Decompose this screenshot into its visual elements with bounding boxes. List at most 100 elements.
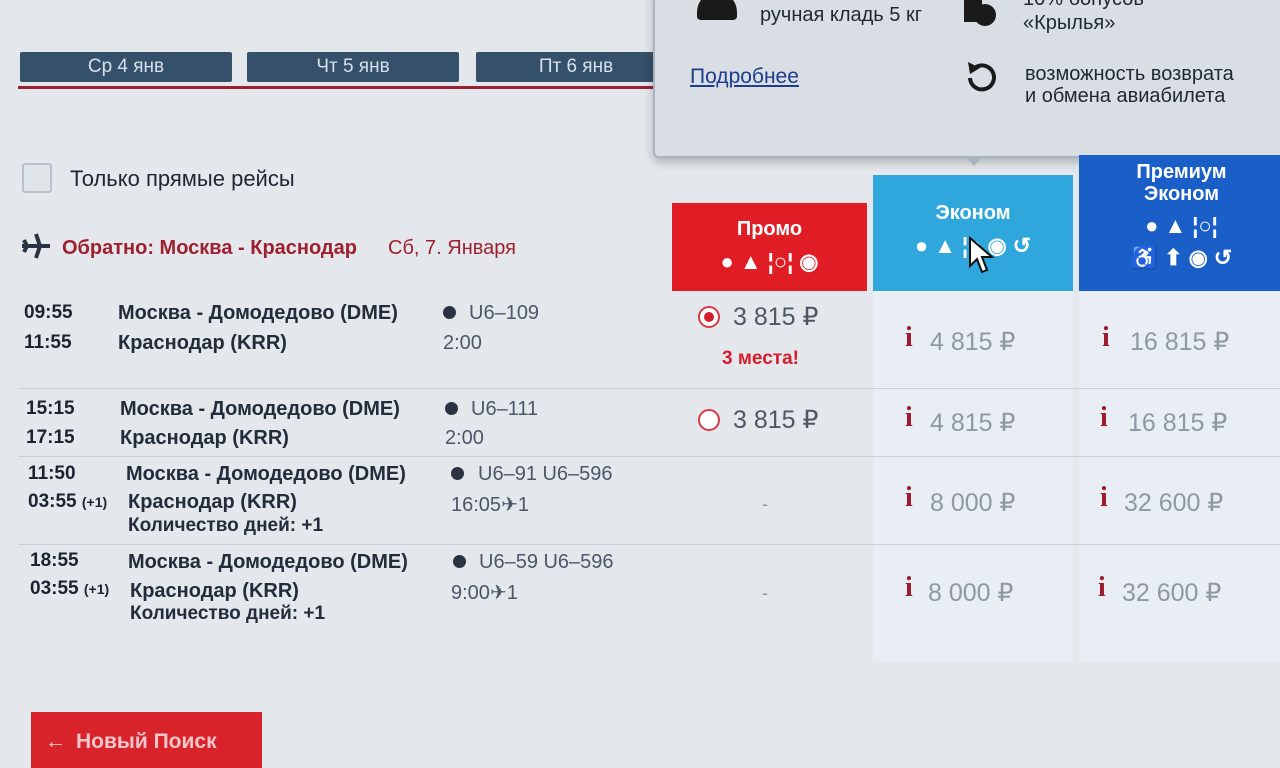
wheelchair-icon: ♿ [1130,245,1159,270]
premium-features-icons-top: ● ▲ ¦○¦ [1079,213,1280,239]
flight2-to: Краснодар (KRR) [120,427,289,449]
flight3-arr-time-value: 03:55 [28,491,77,512]
flight3-prem-price[interactable]: 32 600 ₽ [1124,488,1223,518]
meal-icon: ¦○¦ [1192,213,1218,238]
date-tab-fri[interactable]: Пт 6 янв [476,52,676,82]
flight4-number[interactable]: U6–59 U6–596 [479,551,614,574]
hand-luggage-icon: ▲ [739,249,762,274]
flight3-info-icon[interactable] [451,467,464,480]
flight3-number[interactable]: U6–91 U6–596 [478,463,613,486]
flight4-arr-time-value: 03:55 [30,578,79,599]
more-details-link[interactable]: Подробнее [690,65,799,89]
baggage-text: ручная кладь 5 кг [760,4,923,26]
route-date: Сб, 7. Января [388,237,516,259]
meal-icon: ¦○¦ [767,249,794,274]
flight2-econ-price[interactable]: 4 815 ₽ [930,408,1015,438]
premium-features-icons-bottom: ♿ ⬆ ◉ ↺ [1079,245,1280,271]
flight4-promo-unavailable: - [762,583,768,603]
bonus-text-2: «Крылья» [1023,12,1116,34]
bonus-coins-icon [964,0,996,26]
hand-luggage-icon [697,0,737,20]
flight3-stops: 1 [517,494,529,516]
flight3-duration: 16:05 [451,494,502,516]
flight2-number[interactable]: U6–111 [471,398,538,421]
flight1-prem-info-icon[interactable]: i [1102,322,1110,354]
flight4-prem-info-icon[interactable]: i [1098,572,1106,604]
flight2-econ-info-icon[interactable]: i [905,402,913,434]
flight4-econ-info-icon[interactable]: i [905,572,913,604]
refund-icon: ↺ [1012,233,1032,258]
flight4-arr-time: 03:55 (+1) [30,578,109,600]
flight2-arr-time: 17:15 [26,427,75,448]
flight1-econ-info-icon[interactable]: i [905,322,913,354]
fare-title-economy: Эконом [935,202,1011,224]
bonus-text-1: 10% бонусов [1023,0,1144,10]
flight3-promo-unavailable: - [762,494,768,514]
flight4-days: Количество дней: +1 [130,603,326,624]
popover-arrow [965,156,983,166]
promo-features-icons: ● ▲ ¦○¦ ◉ [672,249,867,275]
refund-icon: ↺ [1213,245,1233,270]
flight2-prem-price[interactable]: 16 815 ₽ [1128,408,1227,438]
flight4-next-day: (+1) [83,581,110,597]
bag-icon: ● [914,233,929,258]
arrow-left-icon: ← [45,730,66,753]
plane-icon [22,233,50,259]
flight1-promo-price[interactable]: 3 815 ₽ [733,302,818,332]
flight3-dep-time: 11:50 [28,463,76,484]
direct-flights-label: Только прямые рейсы [70,166,295,191]
flight2-dep-time: 15:15 [26,398,75,419]
flight1-prem-price[interactable]: 16 815 ₽ [1130,327,1229,357]
flight2-from: Москва - Домодедово (DME) [120,398,400,420]
date-tab-wed[interactable]: Ср 4 янв [20,52,232,82]
flight4-dep-time: 18:55 [30,550,79,571]
fare-title-promo: Промо [736,218,803,240]
flight1-duration: 2:00 [443,332,482,354]
flight2-promo-radio[interactable] [698,409,720,431]
transfer-plane-icon: ✈ [501,494,518,516]
flight1-dep-time: 09:55 [24,302,73,323]
flight2-duration: 2:00 [445,427,484,449]
fare-header-promo[interactable]: Промо ● ▲ ¦○¦ ◉ [672,203,867,291]
new-search-button[interactable]: ← Новый Поиск [31,712,262,768]
flight1-econ-price[interactable]: 4 815 ₽ [930,327,1015,357]
flight3-prem-info-icon[interactable]: i [1100,482,1108,514]
flight3-from: Москва - Домодедово (DME) [126,463,406,485]
flight4-stops: 1 [506,582,518,604]
flight2-promo-price[interactable]: 3 815 ₽ [733,405,818,435]
direct-flights-checkbox[interactable] [22,163,52,193]
refund-text-1: возможность возврата [1025,63,1234,85]
flight3-duration-wrap: 16:05✈1 [451,492,529,517]
date-tab-thu[interactable]: Чт 5 янв [247,52,459,82]
flight1-from: Москва - Домодедово (DME) [118,302,398,324]
flight1-arr-time: 11:55 [24,332,72,353]
flight4-from: Москва - Домодедово (DME) [128,551,408,573]
flight1-info-icon[interactable] [443,306,456,319]
flight4-duration-wrap: 9:00✈1 [451,580,518,605]
hand-luggage-icon: ▲ [1164,213,1187,238]
flight2-info-icon[interactable] [445,402,458,415]
fare-title-premium-1: Премиум [1136,161,1227,183]
flight1-number[interactable]: U6–109 [469,302,539,325]
refund-exchange-icon [968,62,996,92]
row-divider [18,544,1280,545]
flight1-seats-left: 3 места! [722,348,799,369]
priority-icon: ⬆ [1164,245,1183,270]
fare-header-premium[interactable]: Премиум Эконом ● ▲ ¦○¦ ♿ ⬆ ◉ ↺ [1079,155,1280,291]
refund-text-2: и обмена авиабилета [1025,85,1226,107]
new-search-label: Новый Поиск [76,730,217,753]
flight3-econ-info-icon[interactable]: i [905,482,913,514]
flight4-to: Краснодар (KRR) [130,580,299,602]
flight3-econ-price[interactable]: 8 000 ₽ [930,488,1015,518]
fare-info-popover: ручная кладь 5 кг 10% бонусов «Крылья» П… [653,0,1280,166]
flight3-to: Краснодар (KRR) [128,491,297,513]
bonus-icon: ◉ [799,249,819,274]
flight2-prem-info-icon[interactable]: i [1100,402,1108,434]
date-divider [18,86,668,89]
flight3-next-day: (+1) [81,494,108,510]
flight4-info-icon[interactable] [453,555,466,568]
bag-icon: ● [720,249,734,274]
flight4-econ-price[interactable]: 8 000 ₽ [928,578,1013,608]
flight4-prem-price[interactable]: 32 600 ₽ [1122,578,1221,608]
flight1-promo-radio[interactable] [698,306,720,328]
